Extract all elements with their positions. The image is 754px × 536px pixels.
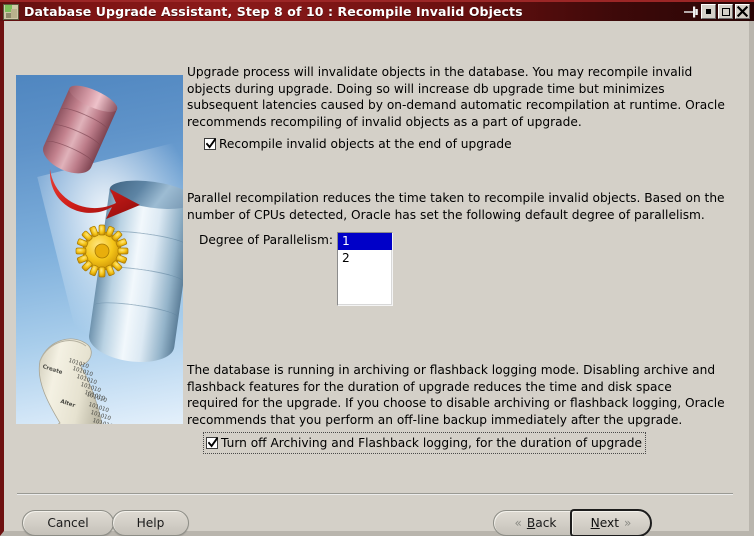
sql-script-scroll-icon: Create 101010 101010 101010 101010 10101… — [26, 323, 134, 424]
recompile-checkbox-label: Recompile invalid objects at the end of … — [219, 137, 512, 151]
back-button[interactable]: « Back — [493, 510, 578, 536]
checkmark-icon — [206, 138, 216, 149]
minimize-button[interactable] — [701, 4, 716, 19]
navigation-button-group: « Back Next » — [493, 509, 652, 536]
chevron-left-icon: « — [514, 516, 522, 530]
back-button-label: Back — [526, 516, 557, 530]
recompile-description-text: Upgrade process will invalidate objects … — [187, 65, 725, 129]
cancel-button-label: Cancel — [47, 516, 89, 530]
checkbox-box — [204, 138, 216, 150]
close-button[interactable] — [735, 4, 750, 19]
next-button[interactable]: Next » — [570, 509, 652, 536]
maximize-icon — [721, 7, 730, 16]
footer-separator — [17, 493, 733, 495]
archiving-checkbox-label: Turn off Archiving and Flashback logging… — [221, 436, 642, 450]
dialog-content: Create 101010 101010 101010 101010 10101… — [4, 21, 749, 536]
window-controls — [683, 4, 754, 19]
gear-icon — [75, 224, 129, 278]
checkmark-icon — [208, 437, 218, 448]
maximize-button[interactable] — [718, 4, 733, 19]
title-bar[interactable]: Database Upgrade Assistant, Step 8 of 10… — [0, 0, 754, 21]
list-item[interactable]: 2 — [338, 250, 392, 267]
database-upgrade-illustration: Create 101010 101010 101010 101010 10101… — [16, 75, 183, 424]
database-upgrade-assistant-window: Database Upgrade Assistant, Step 8 of 10… — [0, 0, 754, 536]
cancel-button[interactable]: Cancel — [22, 510, 114, 536]
app-icon — [3, 3, 19, 20]
window-title: Database Upgrade Assistant, Step 8 of 10… — [24, 4, 523, 19]
help-button-label: Help — [136, 516, 165, 530]
parallelism-description-text: Parallel recompilation reduces the time … — [187, 191, 725, 222]
degree-of-parallelism-label: Degree of Parallelism: — [199, 233, 333, 247]
close-icon — [737, 6, 748, 17]
chevron-right-icon: » — [624, 516, 632, 530]
minimize-icon — [706, 9, 711, 14]
degree-of-parallelism-listbox[interactable]: 1 2 — [337, 232, 393, 306]
checkbox-box — [206, 437, 218, 449]
window-frame: Create 101010 101010 101010 101010 10101… — [0, 21, 754, 536]
list-item[interactable]: 1 — [338, 233, 392, 250]
recompile-invalid-objects-checkbox[interactable]: Recompile invalid objects at the end of … — [202, 134, 514, 154]
archiving-description-text: The database is running in archiving or … — [187, 363, 725, 427]
pin-icon — [684, 6, 698, 17]
turn-off-archiving-checkbox[interactable]: Turn off Archiving and Flashback logging… — [203, 432, 646, 454]
next-button-label: Next — [590, 516, 620, 530]
help-button[interactable]: Help — [112, 510, 189, 536]
pin-window-button[interactable] — [683, 4, 699, 19]
